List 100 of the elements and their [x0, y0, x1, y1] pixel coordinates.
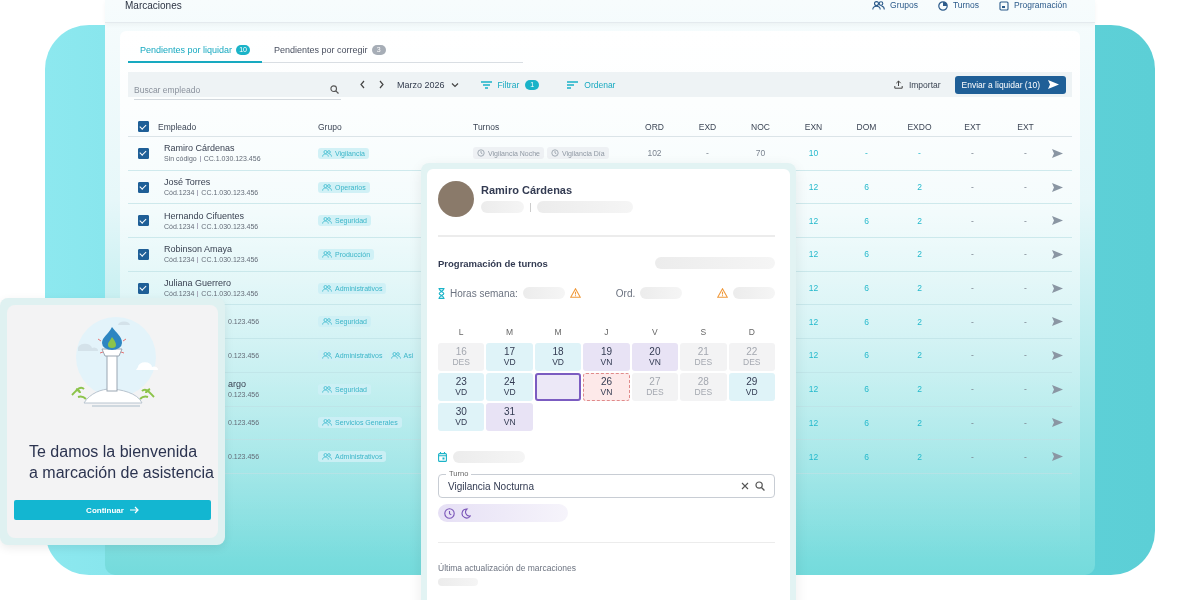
- employee-name: Robinson Amaya: [164, 244, 233, 256]
- people-icon: [322, 149, 332, 157]
- table-cell: 12: [808, 249, 819, 260]
- calendar-day[interactable]: 31 VN: [486, 403, 533, 431]
- people-icon: [322, 217, 332, 225]
- calendar-day[interactable]: 18 VD: [534, 343, 582, 371]
- weekday-label: D: [747, 327, 756, 337]
- table-cell: 2: [917, 384, 922, 395]
- table-cell: -: [1024, 148, 1027, 159]
- calendar-day[interactable]: 19 VN: [583, 343, 630, 371]
- submit-button[interactable]: Enviar a liquidar (10): [954, 75, 1066, 94]
- table-cell: -: [971, 182, 974, 193]
- weekday-label: S: [699, 327, 708, 337]
- table-cell: -: [1024, 182, 1027, 193]
- arrow-right-icon: [129, 506, 139, 514]
- table-cell: -: [1024, 215, 1027, 226]
- send-icon: [1048, 80, 1059, 89]
- table-cell: 2: [917, 350, 922, 361]
- table-cell: 70: [755, 148, 766, 159]
- weekday-label: J: [603, 327, 610, 337]
- table-cell: 6: [864, 417, 869, 428]
- caret-icon: [450, 81, 459, 88]
- table-cell: 6: [864, 451, 869, 462]
- table-cell: -: [918, 148, 921, 159]
- next-icon[interactable]: [378, 80, 385, 89]
- send-icon[interactable]: [1052, 283, 1063, 293]
- table-cell: 6: [864, 182, 869, 193]
- table-cell: -: [1024, 451, 1027, 462]
- employee-name: Hernando Cifuentes: [164, 210, 245, 222]
- checkbox[interactable]: [137, 147, 149, 159]
- table-cell: 2: [917, 215, 922, 226]
- calendar-day[interactable]: [534, 373, 582, 401]
- calendar-day[interactable]: 23 VD: [438, 373, 485, 401]
- send-icon[interactable]: [1052, 216, 1063, 226]
- send-icon[interactable]: [1052, 317, 1063, 327]
- table-cell: -: [971, 148, 974, 159]
- people-icon: [322, 250, 332, 258]
- last-update-label: Última actualización de marcaciones: [438, 563, 577, 573]
- column-header: NOC: [750, 121, 771, 132]
- send-icon[interactable]: [1052, 249, 1063, 259]
- calendar-day[interactable]: 30 VD: [438, 403, 485, 431]
- table-cell: -: [971, 215, 974, 226]
- people-icon: [872, 1, 886, 10]
- table-cell: 12: [808, 451, 819, 462]
- close-icon[interactable]: [741, 482, 749, 490]
- checkbox[interactable]: [137, 282, 149, 294]
- month-selector[interactable]: Marzo 2026: [397, 79, 459, 90]
- send-icon[interactable]: [1052, 350, 1063, 360]
- table-cell: -: [971, 316, 974, 327]
- avatar-photo: [438, 181, 474, 217]
- weekday-label: V: [651, 327, 659, 337]
- search-icon[interactable]: [755, 481, 765, 491]
- people-icon: [391, 351, 402, 359]
- column-header: EXN: [803, 121, 824, 132]
- table-cell: 2: [917, 451, 922, 462]
- table-cell: -: [971, 417, 974, 428]
- send-icon[interactable]: [1052, 182, 1063, 192]
- nav-link[interactable]: Turnos: [937, 0, 980, 11]
- employee-name: Ramiro Cárdenas: [481, 184, 574, 196]
- send-icon[interactable]: [1052, 148, 1063, 158]
- table-cell: 12: [808, 283, 819, 294]
- column-header: EXT: [963, 121, 982, 132]
- calendar-day[interactable]: 29 VD: [728, 373, 775, 401]
- search-field[interactable]: Buscar empleado: [134, 80, 341, 100]
- search-icon: [330, 84, 339, 94]
- checkbox[interactable]: [137, 215, 149, 227]
- column-header: EXD: [697, 121, 718, 132]
- table-cell: -: [1024, 384, 1027, 395]
- table-cell: -: [971, 283, 974, 294]
- warning-icon: [717, 288, 728, 298]
- hours-label: Horas semana:: [450, 287, 518, 299]
- table-cell: 6: [864, 215, 869, 226]
- calendar-day[interactable]: 17 VD: [486, 343, 533, 371]
- nav-link[interactable]: Programación: [999, 0, 1067, 11]
- column-header: Grupo: [318, 121, 343, 132]
- calendar-day[interactable]: 26 VN: [583, 373, 630, 401]
- people-icon: [322, 318, 332, 326]
- table-cell: -: [971, 350, 974, 361]
- table-cell: 2: [917, 249, 922, 260]
- column-header: Empleado: [158, 121, 198, 132]
- checkbox[interactable]: [137, 121, 149, 132]
- table-cell: 102: [647, 148, 662, 159]
- employee-name: Ramiro Cárdenas: [164, 143, 235, 155]
- import-button[interactable]: Importar: [893, 79, 941, 90]
- table-cell: 12: [808, 182, 819, 193]
- calendar-day[interactable]: 20 VN: [631, 343, 679, 371]
- ord-label: Ord.: [615, 287, 636, 299]
- table-cell: 6: [864, 283, 869, 294]
- table-cell: 6: [864, 249, 869, 260]
- employee-name: José Torres: [164, 177, 211, 189]
- checkbox[interactable]: [137, 248, 149, 260]
- checkbox[interactable]: [137, 181, 149, 193]
- table-cell: -: [971, 384, 974, 395]
- column-header: ORD: [644, 121, 665, 132]
- calendar-day[interactable]: 24 VD: [486, 373, 533, 401]
- moon-icon: [461, 507, 471, 519]
- section-title: Programación de turnos: [438, 257, 548, 269]
- people-icon: [322, 453, 332, 461]
- nav-link[interactable]: Grupos: [872, 0, 918, 11]
- previous-icon[interactable]: [359, 80, 366, 89]
